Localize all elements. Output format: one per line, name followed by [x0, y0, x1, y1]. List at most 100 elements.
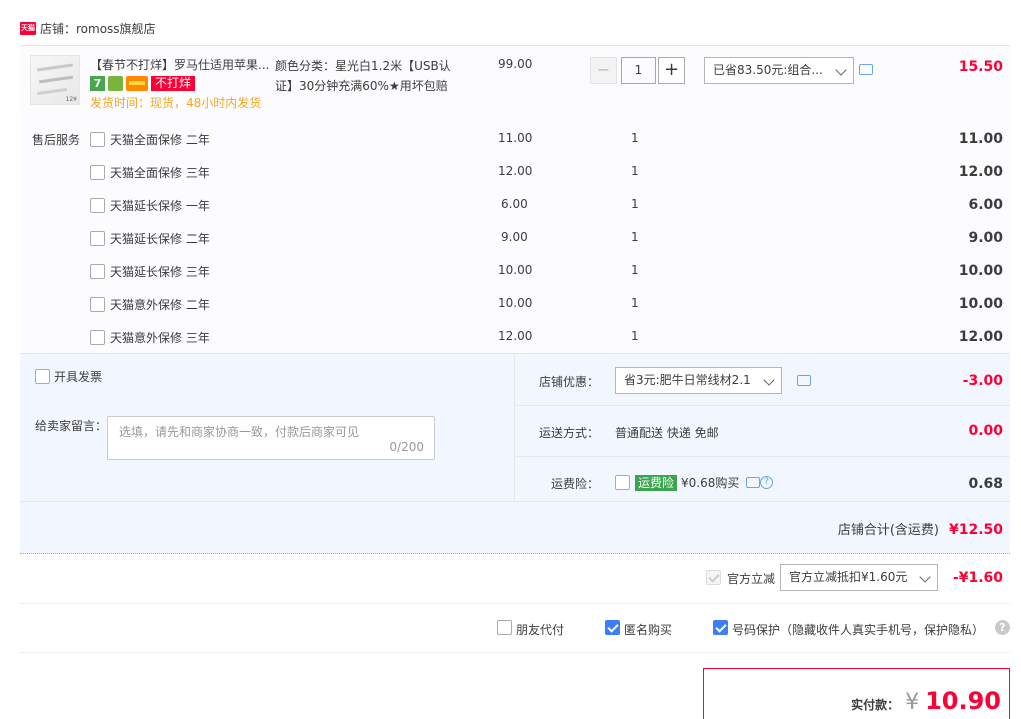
service-sum: 12.00 — [958, 329, 1003, 345]
service-checkbox[interactable] — [90, 297, 105, 312]
service-sum: 9.00 — [968, 230, 1003, 246]
chat-icon[interactable] — [746, 477, 760, 488]
service-qty: 1 — [631, 296, 639, 310]
seven-day-return-icon: 7 — [90, 76, 105, 91]
service-qty: 1 — [631, 263, 639, 277]
shop-header: 天猫 店铺：romoss旗舰店 — [20, 18, 156, 38]
thumb-tag: 12¥ — [65, 96, 77, 103]
insurance-checkbox[interactable] — [615, 475, 630, 490]
currency-symbol: ¥ — [905, 690, 920, 715]
service-name: 天猫延长保修 三年 — [110, 265, 210, 279]
service-price: 10.00 — [498, 263, 533, 277]
official-discount-checkbox[interactable] — [706, 570, 721, 585]
service-qty: 1 — [631, 164, 639, 178]
service-checkbox[interactable] — [90, 231, 105, 246]
service-row: 天猫延长保修 二年 9.00 1 9.00 — [0, 221, 1021, 254]
discount-select[interactable]: 已省83.50元:组合... — [704, 57, 854, 84]
chevron-down-icon — [835, 64, 847, 76]
number-protect-checkbox[interactable] — [713, 620, 728, 635]
memo-placeholder: 选填，请先和商家协商一致，付款后商家可见 — [119, 425, 360, 439]
service-row: 天猫全面保修 二年 11.00 1 11.00 — [0, 122, 1021, 155]
qty-decrease-button[interactable]: − — [590, 57, 617, 84]
anonymous-checkbox[interactable] — [605, 620, 620, 635]
service-price: 12.00 — [498, 329, 533, 343]
qty-input[interactable]: 1 — [621, 57, 656, 84]
payment-amount: 10.90 — [925, 687, 1001, 715]
service-name: 天猫延长保修 二年 — [110, 232, 210, 246]
divider — [20, 652, 1010, 653]
shipping-method: 普通配送 快递 免邮 — [615, 426, 719, 440]
anonymous-label: 匿名购买 — [624, 623, 673, 637]
service-qty: 1 — [631, 131, 639, 145]
service-qty: 1 — [631, 329, 639, 343]
friend-pay-checkbox[interactable] — [497, 620, 512, 635]
service-sum: 10.00 — [958, 263, 1003, 279]
insurance-tag: 运费险 — [635, 474, 678, 491]
service-qty: 1 — [631, 230, 639, 244]
product-title-link[interactable]: 【春节不打烊】罗马仕适用苹果... — [90, 56, 270, 73]
service-row: 天猫延长保修 一年 6.00 1 6.00 — [0, 188, 1021, 221]
invoice-label: 开具发票 — [54, 370, 103, 384]
tmall-logo-icon: 天猫 — [20, 21, 36, 35]
insurance-label: 运费险： — [551, 477, 600, 491]
service-name: 天猫全面保修 二年 — [110, 133, 210, 147]
insurance-option: 运费险 ¥0.68购买 — [635, 474, 739, 491]
shipping-label: 运送方式： — [539, 426, 600, 440]
payment-label: 实付款： — [851, 698, 900, 712]
chevron-down-icon — [919, 571, 931, 583]
payment-summary: 实付款： ¥ 10.90 — [851, 687, 1001, 715]
memo-char-count: 0/200 — [389, 440, 424, 454]
coupon-select[interactable]: 省3元:肥牛日常线材2.1 — [615, 367, 782, 394]
product-badges: 7 不打烊 — [90, 76, 196, 91]
warranty-icon — [108, 76, 123, 91]
help-icon[interactable]: ? — [995, 620, 1010, 635]
credit-card-icon — [126, 76, 148, 91]
divider — [514, 354, 515, 502]
service-sum: 11.00 — [958, 131, 1003, 147]
ship-time: 发货时间：现货，48小时内发货 — [90, 96, 262, 110]
service-price: 6.00 — [501, 197, 528, 211]
service-qty: 1 — [631, 197, 639, 211]
help-icon[interactable]: ? — [760, 476, 773, 489]
service-checkbox[interactable] — [90, 330, 105, 345]
service-price: 9.00 — [501, 230, 528, 244]
memo-label: 给卖家留言： — [35, 419, 108, 433]
shop-total: 店铺合计(含运费) ¥12.50 — [838, 519, 1003, 538]
product-thumbnail[interactable]: 12¥ — [30, 55, 80, 105]
coupon-select-value: 省3元:肥牛日常线材2.1 — [624, 373, 751, 387]
invoice-checkbox[interactable] — [35, 369, 50, 384]
service-checkbox[interactable] — [90, 165, 105, 180]
payment-box: 实付款： ¥ 10.90 — [703, 668, 1010, 719]
shop-name-link[interactable]: 店铺：romoss旗舰店 — [40, 20, 156, 37]
memo-textarea[interactable]: 选填，请先和商家协商一致，付款后商家可见 0/200 — [107, 416, 435, 460]
official-discount-amount: -¥1.60 — [952, 570, 1003, 586]
sku-info: 颜色分类：星光白1.2米【USB认 证】30分钟充满60%★用坏包赔 — [275, 56, 460, 96]
service-sum: 10.00 — [958, 296, 1003, 312]
chat-icon[interactable] — [859, 64, 873, 75]
discount-select-value: 已省83.50元:组合... — [713, 63, 823, 77]
service-row: 天猫全面保修 三年 12.00 1 12.00 — [0, 155, 1021, 188]
service-name: 天猫延长保修 一年 — [110, 199, 210, 213]
service-checkbox[interactable] — [90, 132, 105, 147]
qty-increase-button[interactable]: + — [658, 57, 685, 84]
service-name: 天猫全面保修 三年 — [110, 166, 210, 180]
official-discount-select[interactable]: 官方立减抵扣¥1.60元 — [780, 564, 938, 591]
service-row: 天猫延长保修 三年 10.00 1 10.00 — [0, 254, 1021, 287]
service-row: 天猫意外保修 二年 10.00 1 10.00 — [0, 287, 1021, 320]
service-checkbox[interactable] — [90, 264, 105, 279]
official-discount-label: 官方立减 — [727, 572, 776, 586]
service-sum: 6.00 — [968, 197, 1003, 213]
shipping-amount: 0.00 — [968, 423, 1003, 439]
service-price: 10.00 — [498, 296, 533, 310]
chevron-down-icon — [763, 374, 775, 386]
service-name: 天猫意外保修 三年 — [110, 331, 210, 345]
divider — [515, 456, 1010, 457]
unit-price: 99.00 — [498, 57, 533, 71]
chat-icon[interactable] — [797, 375, 811, 386]
invoice-option[interactable]: 开具发票 — [35, 368, 102, 385]
service-checkbox[interactable] — [90, 198, 105, 213]
service-price: 11.00 — [498, 131, 533, 145]
divider — [20, 603, 1010, 604]
service-name: 天猫意外保修 二年 — [110, 298, 210, 312]
coupon-amount: -3.00 — [962, 373, 1003, 389]
